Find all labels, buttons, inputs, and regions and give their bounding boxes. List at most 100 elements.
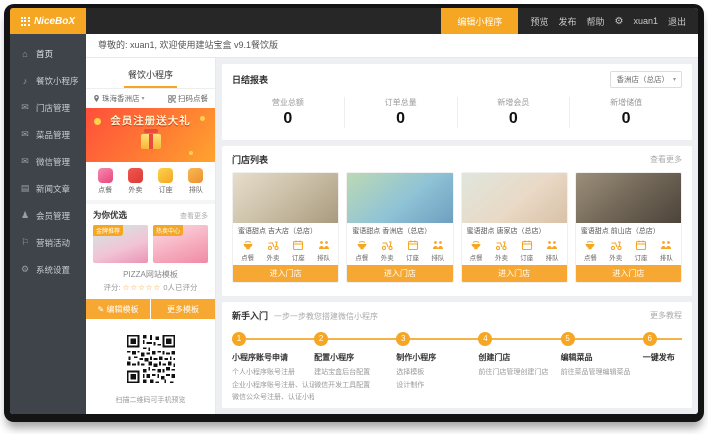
sidebar-item-label: 营销活动 bbox=[36, 237, 70, 249]
store-list-card: 门店列表 查看更多 蜜语甜点 吉大店（总店） 点餐 外卖 bbox=[222, 146, 692, 296]
picks-title: 为你优选 bbox=[93, 209, 127, 221]
feature-label: 外卖 bbox=[495, 252, 508, 262]
step-link[interactable]: 设计制作 bbox=[396, 380, 478, 393]
step-link[interactable]: 微信公众号注册、认证小程序 bbox=[232, 392, 314, 405]
quick-link-order[interactable]: 点餐 bbox=[98, 168, 113, 195]
guide-step-configure: 配置小程序 建站宝盒后台配置 微信开发工具配置 bbox=[314, 352, 396, 405]
step-link[interactable]: 微信开发工具配置 bbox=[314, 380, 396, 393]
step-title: 编辑菜品 bbox=[561, 352, 643, 363]
feature-queue[interactable]: 排队 bbox=[660, 239, 673, 262]
sidebar-item-home[interactable]: ⌂ 首页 bbox=[10, 40, 86, 67]
sidebar-item-news-articles[interactable]: ▤新闻文章 bbox=[10, 175, 86, 202]
step-link[interactable]: 选择模板 bbox=[396, 367, 478, 380]
store-card-qianshan: 蜜语甜点 前山店（总店） 点餐 外卖 订座 排队 进入门店 bbox=[575, 172, 682, 283]
sidebar-item-restaurant-miniprogram[interactable]: ♪餐饮小程序 bbox=[10, 67, 86, 94]
guide-step-create-store: 创建门店 前往门店管理创建门店 bbox=[478, 352, 560, 405]
feature-queue[interactable]: 排队 bbox=[431, 239, 444, 262]
feature-reserve[interactable]: 订座 bbox=[520, 239, 533, 262]
welcome-bar: 尊敬的: xuan1, 欢迎使用建站宝盒 v9.1餐饮版 bbox=[86, 34, 698, 58]
pencil-icon: ✎ bbox=[98, 305, 105, 314]
picks-more-link[interactable]: 查看更多 bbox=[180, 211, 208, 221]
scan-order-button[interactable]: 扫码点餐 bbox=[168, 93, 208, 104]
sidebar-item-marketing[interactable]: ⚐营销活动 bbox=[10, 229, 86, 256]
tab-restaurant-miniprogram[interactable]: 餐饮小程序 bbox=[124, 68, 177, 88]
feature-label: 排队 bbox=[317, 252, 330, 262]
feature-order[interactable]: 点餐 bbox=[584, 239, 597, 262]
step-link[interactable]: 个人小程序账号注册 bbox=[232, 367, 314, 380]
sidebar-item-dish-management[interactable]: ✉菜品管理 bbox=[10, 121, 86, 148]
publish-link[interactable]: 发布 bbox=[558, 15, 576, 28]
step-link[interactable]: 企业小程序账号注册、认证 bbox=[232, 380, 314, 393]
scan-order-label: 扫码点餐 bbox=[178, 93, 208, 104]
step-link[interactable]: 建站宝盒后台配置 bbox=[314, 367, 396, 380]
step-link[interactable]: 前往门店管理创建门店 bbox=[478, 367, 560, 380]
quick-link-reserve[interactable]: 订座 bbox=[158, 168, 173, 195]
edit-template-button[interactable]: ✎ 编辑模板 bbox=[86, 299, 150, 319]
feature-order[interactable]: 点餐 bbox=[241, 239, 254, 262]
feature-takeout[interactable]: 外卖 bbox=[381, 239, 394, 262]
store-name: 蜜语甜点 吉大店（总店） bbox=[233, 223, 338, 237]
store-select-value: 香洲店（总店） bbox=[616, 74, 669, 85]
stores-more-link[interactable]: 查看更多 bbox=[650, 154, 682, 165]
edit-miniprogram-button[interactable]: 编辑小程序 bbox=[441, 8, 518, 34]
sidebar-item-member-management[interactable]: ♟会员管理 bbox=[10, 202, 86, 229]
feature-takeout[interactable]: 外卖 bbox=[609, 239, 622, 262]
store-name: 蜜语甜点 前山店（总店） bbox=[576, 223, 681, 237]
quick-link-queue[interactable]: 排队 bbox=[188, 168, 203, 195]
feature-label: 排队 bbox=[546, 252, 559, 262]
help-link[interactable]: 帮助 bbox=[586, 15, 604, 28]
more-templates-button[interactable]: 更多模板 bbox=[151, 299, 215, 319]
pick-tag: 热卖中心 bbox=[153, 225, 183, 236]
sidebar-item-system-settings[interactable]: ⚙系统设置 bbox=[10, 256, 86, 283]
quick-links-row: 点餐 外卖 订座 排队 bbox=[86, 162, 215, 204]
store-card-tangjia: 蜜语甜点 唐家店（总店） 点餐 外卖 订座 排队 进入门店 bbox=[461, 172, 568, 283]
preview-tab-row: 餐饮小程序 bbox=[86, 58, 215, 89]
feature-order[interactable]: 点餐 bbox=[470, 239, 483, 262]
enter-store-button[interactable]: 进入门店 bbox=[462, 265, 567, 282]
sidebar-item-store-management[interactable]: ✉门店管理 bbox=[10, 94, 86, 121]
feature-label: 外卖 bbox=[266, 252, 279, 262]
sidebar-item-label: 首页 bbox=[36, 48, 53, 60]
store-select-dropdown[interactable]: 香洲店（总店） ▾ bbox=[610, 71, 682, 88]
gear-icon[interactable]: ⚙ bbox=[614, 16, 623, 27]
feature-label: 排队 bbox=[660, 252, 673, 262]
calendar-icon bbox=[635, 239, 647, 251]
guide-more-link[interactable]: 更多教程 bbox=[650, 310, 682, 321]
step-link[interactable]: 前往菜品管理编辑菜品 bbox=[561, 367, 643, 380]
feature-reserve[interactable]: 订座 bbox=[406, 239, 419, 262]
brand-name: NiceBoX bbox=[34, 16, 75, 27]
feature-queue[interactable]: 排队 bbox=[317, 239, 330, 262]
step-dot-2: 2 bbox=[314, 332, 328, 346]
feature-queue[interactable]: 排队 bbox=[546, 239, 559, 262]
enter-store-button[interactable]: 进入门店 bbox=[347, 265, 452, 282]
feature-reserve[interactable]: 订座 bbox=[635, 239, 648, 262]
feature-order[interactable]: 点餐 bbox=[355, 239, 368, 262]
feature-reserve[interactable]: 订座 bbox=[292, 239, 305, 262]
qr-caption: 扫描二维码可手机预览 bbox=[86, 395, 215, 405]
logout-link[interactable]: 退出 bbox=[668, 15, 686, 28]
pick-image-1[interactable]: 金牌推荐 bbox=[93, 225, 148, 263]
bowl-icon bbox=[584, 239, 596, 251]
calendar-icon bbox=[521, 239, 533, 251]
brand-logo[interactable]: NiceBoX bbox=[10, 8, 86, 34]
store-name: 蜜语甜点 唐家店（总店） bbox=[462, 223, 567, 237]
enter-store-button[interactable]: 进入门店 bbox=[576, 265, 681, 282]
quick-link-takeout[interactable]: 外卖 bbox=[128, 168, 143, 195]
promo-banner[interactable]: 会员注册送大礼 bbox=[86, 108, 215, 162]
feature-takeout[interactable]: 外卖 bbox=[266, 239, 279, 262]
enter-store-button[interactable]: 进入门店 bbox=[233, 265, 338, 282]
location-selector[interactable]: 珠海香洲店 ▾ bbox=[93, 93, 145, 104]
preview-link[interactable]: 预览 bbox=[530, 15, 548, 28]
sidebar-item-wechat-management[interactable]: ✉微信管理 bbox=[10, 148, 86, 175]
feature-label: 点餐 bbox=[241, 252, 254, 262]
pick-image-2[interactable]: 热卖中心 bbox=[153, 225, 208, 263]
rating-stars[interactable]: ☆☆☆☆☆ bbox=[123, 283, 162, 292]
username[interactable]: xuan1 bbox=[633, 16, 658, 26]
people-icon bbox=[660, 239, 672, 251]
sidebar-item-label: 会员管理 bbox=[36, 210, 70, 222]
feature-takeout[interactable]: 外卖 bbox=[495, 239, 508, 262]
rating-label: 评分: bbox=[103, 283, 120, 292]
home-icon: ⌂ bbox=[20, 49, 30, 59]
sidebar-item-label: 门店管理 bbox=[36, 102, 70, 114]
sidebar-item-label: 系统设置 bbox=[36, 264, 70, 276]
